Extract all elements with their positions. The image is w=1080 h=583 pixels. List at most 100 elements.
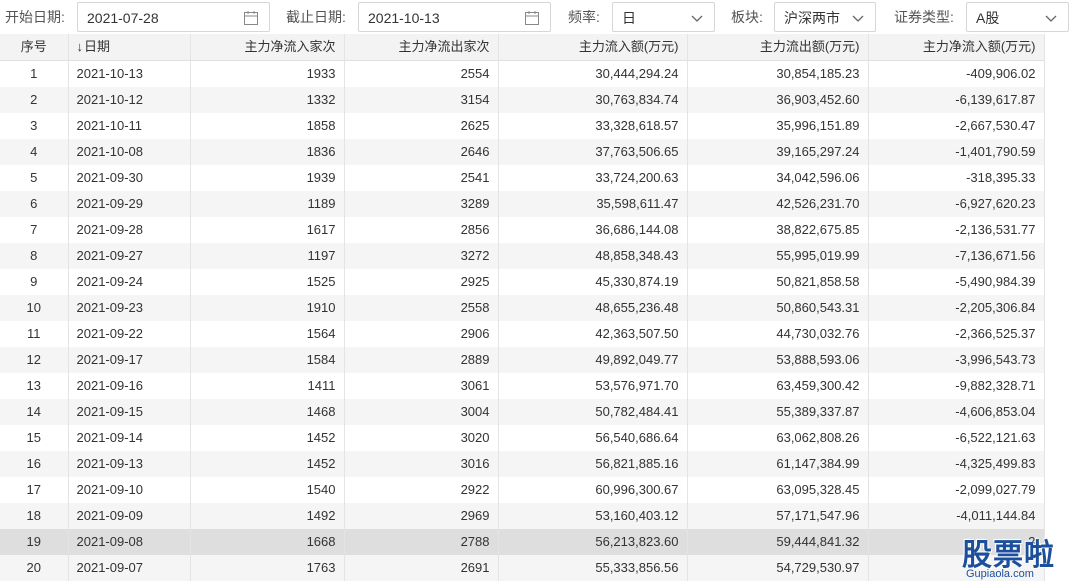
cell-index: 18 [0,503,69,529]
cell-outflow-amount: 53,888,593.06 [687,347,869,373]
table-row[interactable]: 16 2021-09-13 1452 3016 56,821,885.16 61,147,… [0,451,1045,477]
cell-net-outflow-count: 2925 [344,269,499,295]
chevron-down-icon [852,15,864,22]
cell-net-inflow-count: 1858 [190,113,345,139]
cell-index: 10 [0,295,69,321]
cell-inflow-amount: 33,328,618.57 [498,113,688,139]
table-row[interactable]: 3 2021-10-11 1858 2625 33,328,618.57 35,996,1… [0,113,1045,139]
table-row[interactable]: 14 2021-09-15 1468 3004 50,782,484.41 55,389,… [0,399,1045,425]
table-row[interactable]: 9 2021-09-24 1525 2925 45,330,874.19 50,821,8… [0,269,1045,295]
cell-net-inflow-amount: -6,927,620.23 [868,191,1045,217]
cell-date: 2021-09-08 [68,529,191,555]
sector-label: 板块: [731,9,763,25]
cell-net-inflow-count: 1452 [190,451,345,477]
header-inflow-amount[interactable]: 主力流入额(万元) [498,34,688,61]
cell-date: 2021-09-28 [68,217,191,243]
cell-date: 2021-09-16 [68,373,191,399]
table-row[interactable]: 13 2021-09-16 1411 3061 53,576,971.70 63,459,… [0,373,1045,399]
table-row[interactable]: 1 2021-10-13 1933 2554 30,444,294.24 30,854,1… [0,60,1045,87]
frequency-value: 日 [622,10,636,26]
cell-net-inflow-amount: -318,395.33 [868,165,1045,191]
cell-outflow-amount: 55,389,337.87 [687,399,869,425]
cell-net-inflow-amount [868,555,1045,581]
cell-net-outflow-count: 2889 [344,347,499,373]
cell-date: 2021-09-27 [68,243,191,269]
cell-net-inflow-count: 1584 [190,347,345,373]
table-row[interactable]: 4 2021-10-08 1836 2646 37,763,506.65 39,165,2… [0,139,1045,165]
header-net-inflow-count[interactable]: 主力净流入家次 [190,34,345,61]
table-row[interactable]: 18 2021-09-09 1492 2969 53,160,403.12 57,171,… [0,503,1045,529]
cell-net-outflow-count: 2906 [344,321,499,347]
cell-inflow-amount: 33,724,200.63 [498,165,688,191]
cell-inflow-amount: 56,821,885.16 [498,451,688,477]
cell-net-inflow-amount: -1,401,790.59 [868,139,1045,165]
cell-outflow-amount: 34,042,596.06 [687,165,869,191]
cell-inflow-amount: 48,655,236.48 [498,295,688,321]
cell-net-inflow-amount: -4,606,853.04 [868,399,1045,425]
cell-net-inflow-amount: -6,522,121.63 [868,425,1045,451]
header-outflow-amount[interactable]: 主力流出额(万元) [687,34,869,61]
cell-date: 2021-09-10 [68,477,191,503]
cell-inflow-amount: 56,540,686.64 [498,425,688,451]
cell-net-outflow-count: 3154 [344,87,499,113]
cell-inflow-amount: 42,363,507.50 [498,321,688,347]
header-net-inflow-amount[interactable]: 主力净流入额(万元) [868,34,1045,61]
cell-net-inflow-amount: -5,490,984.39 [868,269,1045,295]
start-date-input[interactable]: 2021-07-28 [77,2,270,32]
table-row[interactable]: 7 2021-09-28 1617 2856 36,686,144.08 38,822,6… [0,217,1045,243]
cell-outflow-amount: 50,821,858.58 [687,269,869,295]
cell-net-inflow-count: 1332 [190,87,345,113]
cell-net-inflow-count: 1468 [190,399,345,425]
table-row[interactable]: 12 2021-09-17 1584 2889 49,892,049.77 53,888,… [0,347,1045,373]
cell-index: 1 [0,60,69,87]
header-date[interactable]: ↓日期 [68,34,191,61]
cell-date: 2021-09-30 [68,165,191,191]
cell-date: 2021-09-09 [68,503,191,529]
table-row[interactable]: 2 2021-10-12 1332 3154 30,763,834.74 36,903,4… [0,87,1045,113]
calendar-icon[interactable] [524,10,540,26]
cell-net-inflow-count: 1492 [190,503,345,529]
table-row[interactable]: 19 2021-09-08 1668 2788 56,213,823.60 59,444,… [0,529,1045,555]
cell-net-inflow-count: 1939 [190,165,345,191]
table-row[interactable]: 15 2021-09-14 1452 3020 56,540,686.64 63,062,… [0,425,1045,451]
cell-net-inflow-amount: -7,136,671.56 [868,243,1045,269]
cell-outflow-amount: 54,729,530.97 [687,555,869,581]
cell-net-outflow-count: 3289 [344,191,499,217]
sector-select[interactable]: 沪深两市 [774,2,876,32]
end-date-input[interactable]: 2021-10-13 [358,2,551,32]
end-date-label: 截止日期: [286,9,346,25]
header-date-label: 日期 [84,39,111,54]
frequency-label: 频率: [568,9,600,25]
cell-inflow-amount: 30,444,294.24 [498,60,688,87]
security-type-select[interactable]: A股 [966,2,1069,32]
cell-outflow-amount: 57,171,547.96 [687,503,869,529]
cell-net-outflow-count: 2856 [344,217,499,243]
cell-net-outflow-count: 2554 [344,60,499,87]
cell-inflow-amount: 50,782,484.41 [498,399,688,425]
calendar-icon[interactable] [243,10,259,26]
table-row[interactable]: 17 2021-09-10 1540 2922 60,996,300.67 63,095,… [0,477,1045,503]
cell-inflow-amount: 48,858,348.43 [498,243,688,269]
cell-date: 2021-09-22 [68,321,191,347]
header-net-outflow-count[interactable]: 主力净流出家次 [344,34,499,61]
cell-net-inflow-count: 1197 [190,243,345,269]
cell-net-inflow-amount: -4,325,499.83 [868,451,1045,477]
cell-net-inflow-count: 1836 [190,139,345,165]
cell-net-inflow-count: 1617 [190,217,345,243]
table-row[interactable]: 10 2021-09-23 1910 2558 48,655,236.48 50,860,… [0,295,1045,321]
table-row[interactable]: 6 2021-09-29 1189 3289 35,598,611.47 42,526,2… [0,191,1045,217]
header-index[interactable]: 序号 [0,34,69,61]
table-row[interactable]: 20 2021-09-07 1763 2691 55,333,856.56 54,729,… [0,555,1045,581]
table-row[interactable]: 8 2021-09-27 1197 3272 48,858,348.43 55,995,0… [0,243,1045,269]
cell-outflow-amount: 61,147,384.99 [687,451,869,477]
table-row[interactable]: 11 2021-09-22 1564 2906 42,363,507.50 44,730,… [0,321,1045,347]
cell-outflow-amount: 63,062,808.26 [687,425,869,451]
cell-net-outflow-count: 2541 [344,165,499,191]
fund-flow-table: 序号 ↓日期 主力净流入家次 主力净流出家次 主力流入额(万元) 主力流出额(万… [0,34,1080,583]
cell-net-inflow-amount: -3,996,543.73 [868,347,1045,373]
table-row[interactable]: 5 2021-09-30 1939 2541 33,724,200.63 34,042,5… [0,165,1045,191]
cell-net-outflow-count: 3016 [344,451,499,477]
frequency-select[interactable]: 日 [612,2,715,32]
cell-index: 8 [0,243,69,269]
cell-date: 2021-09-13 [68,451,191,477]
